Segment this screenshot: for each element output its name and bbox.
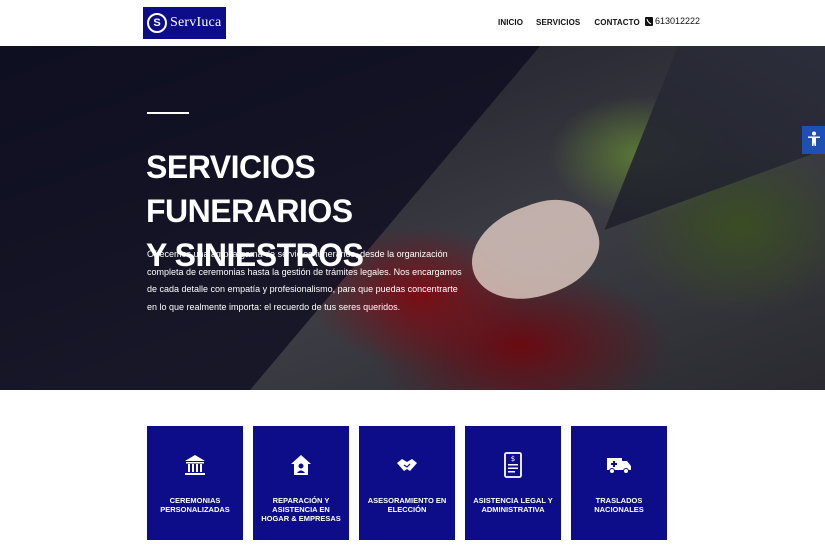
service-card-reparacion[interactable]: REPARACIÓN Y ASISTENCIA EN HOGAR & EMPRE… bbox=[253, 426, 349, 540]
logo-text: ServIuca bbox=[170, 15, 222, 30]
services-grid: CEREMONIAS PERSONALIZADAS REPARACIÓN Y A… bbox=[147, 426, 667, 540]
service-card-asesoramiento[interactable]: ASESORAMIENTO EN ELECCIÓN bbox=[359, 426, 455, 540]
service-card-traslados[interactable]: TRASLADOS NACIONALES bbox=[571, 426, 667, 540]
logo-mark-icon: S bbox=[147, 13, 167, 33]
phone-number: 613012222 bbox=[655, 16, 701, 26]
svg-text:$: $ bbox=[511, 455, 515, 463]
service-label: ASESORAMIENTO EN ELECCIÓN bbox=[367, 496, 447, 514]
phone-icon bbox=[645, 16, 653, 26]
nav-contacto[interactable]: CONTACTO bbox=[594, 18, 639, 27]
hero-banner: SERVICIOS FUNERARIOS Y SINIESTROS Ofrece… bbox=[0, 46, 825, 390]
document-dollar-icon: $ bbox=[500, 452, 526, 478]
site-header: S ServIuca INICIO SERVICIOS CONTACTO 613… bbox=[0, 0, 825, 46]
nav-servicios[interactable]: SERVICIOS bbox=[536, 18, 580, 27]
service-card-asistencia-legal[interactable]: $ ASISTENCIA LEGAL Y ADMINISTRATIVA bbox=[465, 426, 561, 540]
handshake-icon bbox=[394, 452, 420, 478]
home-user-icon bbox=[288, 452, 314, 478]
service-label: CEREMONIAS PERSONALIZADAS bbox=[160, 496, 230, 514]
phone-link[interactable]: 613012222 bbox=[645, 16, 700, 26]
main-nav: INICIO SERVICIOS CONTACTO bbox=[498, 18, 640, 27]
ambulance-icon bbox=[606, 452, 632, 478]
nav-inicio[interactable]: INICIO bbox=[498, 18, 523, 27]
service-card-ceremonias[interactable]: CEREMONIAS PERSONALIZADAS bbox=[147, 426, 243, 540]
accessibility-icon bbox=[807, 131, 821, 150]
service-label: ASISTENCIA LEGAL Y ADMINISTRATIVA bbox=[473, 496, 553, 514]
logo[interactable]: S ServIuca bbox=[143, 7, 226, 39]
accessibility-button[interactable] bbox=[802, 126, 825, 154]
service-label: REPARACIÓN Y ASISTENCIA EN HOGAR & EMPRE… bbox=[261, 496, 341, 523]
hero-description: Ofrecemos una amplia gama de servicios f… bbox=[147, 249, 462, 312]
hero-divider bbox=[147, 112, 189, 114]
hero-title-line-1: SERVICIOS FUNERARIOS bbox=[146, 149, 353, 229]
service-label: TRASLADOS NACIONALES bbox=[594, 496, 644, 514]
hero-background-image bbox=[604, 46, 825, 230]
bank-building-icon bbox=[182, 452, 208, 478]
